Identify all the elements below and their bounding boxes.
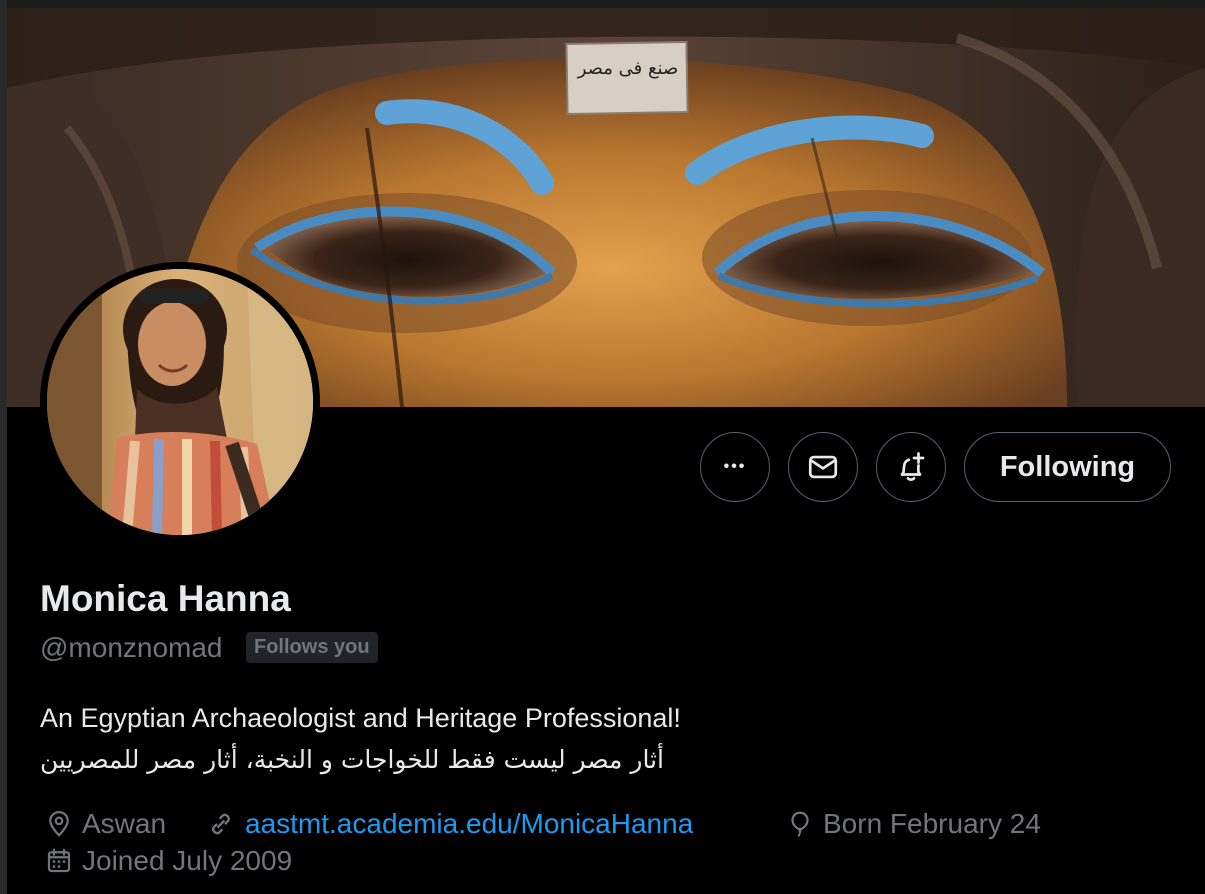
window-left-edge — [0, 0, 7, 894]
display-name: Monica Hanna — [40, 578, 291, 619]
balloon-icon — [791, 811, 809, 837]
calendar-icon — [47, 848, 71, 873]
envelope-icon — [808, 455, 838, 479]
joined-item: Joined July 2009 — [44, 843, 292, 879]
message-button[interactable] — [788, 432, 858, 502]
notifications-button[interactable] — [876, 432, 946, 502]
birthday-item: Born February 24 — [785, 806, 1041, 842]
bio-line-1: An Egyptian Archaeologist and Heritage P… — [40, 703, 681, 733]
more-button[interactable]: ••• — [700, 432, 770, 502]
joined-text: Joined July 2009 — [82, 845, 293, 876]
avatar[interactable] — [40, 262, 320, 542]
bio-line-2: أثار مصر ليست فقط للخواجات و النخبة، أثا… — [40, 745, 664, 774]
window-top-edge — [0, 0, 1205, 8]
profile-page: صنع فى مصر ••• Following Monica Hanna @m… — [0, 0, 1205, 894]
banner-sign-text: صنع فى مصر — [577, 58, 679, 79]
website-link[interactable]: aastmt.academia.edu/MonicaHanna — [245, 806, 693, 842]
username: @monznomad — [40, 632, 223, 663]
bell-plus-icon — [900, 452, 925, 481]
avatar-photo — [47, 269, 313, 535]
birthday-text: Born February 24 — [823, 808, 1041, 839]
follows-you-badge: Follows you — [246, 632, 378, 663]
map-pin-icon — [49, 811, 69, 837]
location-item: Aswan — [44, 806, 166, 842]
location-text: Aswan — [82, 808, 167, 839]
website-item[interactable]: aastmt.academia.edu/MonicaHanna — [205, 806, 693, 842]
more-horizontal-icon: ••• — [723, 458, 747, 475]
following-button[interactable]: Following — [964, 432, 1171, 502]
link-icon — [212, 813, 230, 835]
